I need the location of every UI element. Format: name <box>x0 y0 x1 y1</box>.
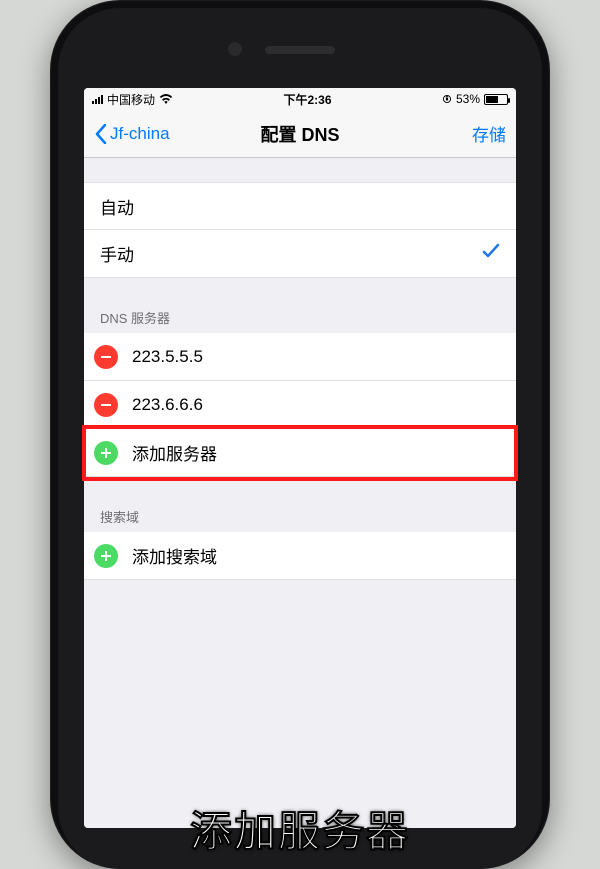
phone-frame: 中国移动 下午2:36 53% <box>50 0 550 869</box>
back-label: Jf-china <box>110 124 170 144</box>
content-area: 自动 手动 DNS 服务器 <box>84 158 516 828</box>
signal-icon <box>92 94 103 104</box>
minus-icon <box>99 398 113 412</box>
dns-server-value: 223.6.6.6 <box>132 395 203 415</box>
add-search-domain-label: 添加搜索域 <box>132 543 217 568</box>
battery-icon <box>484 94 508 105</box>
battery-pct: 53% <box>456 92 480 106</box>
save-button[interactable]: 存储 <box>472 121 506 146</box>
mode-group: 自动 手动 <box>84 182 516 278</box>
mode-auto-cell[interactable]: 自动 <box>84 182 516 230</box>
carrier-label: 中国移动 <box>107 91 155 108</box>
dns-group-header: DNS 服务器 <box>84 302 516 333</box>
screen: 中国移动 下午2:36 53% <box>84 88 516 828</box>
add-server-label: 添加服务器 <box>132 440 217 465</box>
mode-auto-label: 自动 <box>100 194 134 219</box>
chevron-left-icon <box>94 124 108 144</box>
mode-manual-cell[interactable]: 手动 <box>84 230 516 278</box>
minus-icon <box>99 350 113 364</box>
front-camera <box>228 42 242 56</box>
search-domain-group: 搜索域 添加搜索域 <box>84 501 516 580</box>
status-bar: 中国移动 下午2:36 53% <box>84 88 516 110</box>
dns-server-row[interactable]: 223.5.5.5 <box>84 333 516 381</box>
add-server-button[interactable] <box>94 441 118 465</box>
checkmark-icon <box>482 242 500 265</box>
plus-icon <box>99 446 113 460</box>
dns-server-row[interactable]: 223.6.6.6 <box>84 381 516 429</box>
add-search-domain-button[interactable] <box>94 544 118 568</box>
add-search-domain-row[interactable]: 添加搜索域 <box>84 532 516 580</box>
add-server-row[interactable]: 添加服务器 <box>84 429 516 477</box>
remove-server-button[interactable] <box>94 393 118 417</box>
speaker-grille <box>265 46 335 54</box>
search-group-header: 搜索域 <box>84 501 516 532</box>
status-time: 下午2:36 <box>173 91 442 108</box>
nav-bar: Jf-china 配置 DNS 存储 <box>84 110 516 158</box>
orientation-lock-icon <box>442 94 452 104</box>
phone-bezel: 中国移动 下午2:36 53% <box>58 8 542 869</box>
wifi-icon <box>159 94 173 104</box>
plus-icon <box>99 549 113 563</box>
dns-group: DNS 服务器 223.5.5.5 223.6.6.6 <box>84 302 516 477</box>
dns-server-value: 223.5.5.5 <box>132 347 203 367</box>
mode-manual-label: 手动 <box>100 241 134 266</box>
remove-server-button[interactable] <box>94 345 118 369</box>
back-button[interactable]: Jf-china <box>94 124 170 144</box>
